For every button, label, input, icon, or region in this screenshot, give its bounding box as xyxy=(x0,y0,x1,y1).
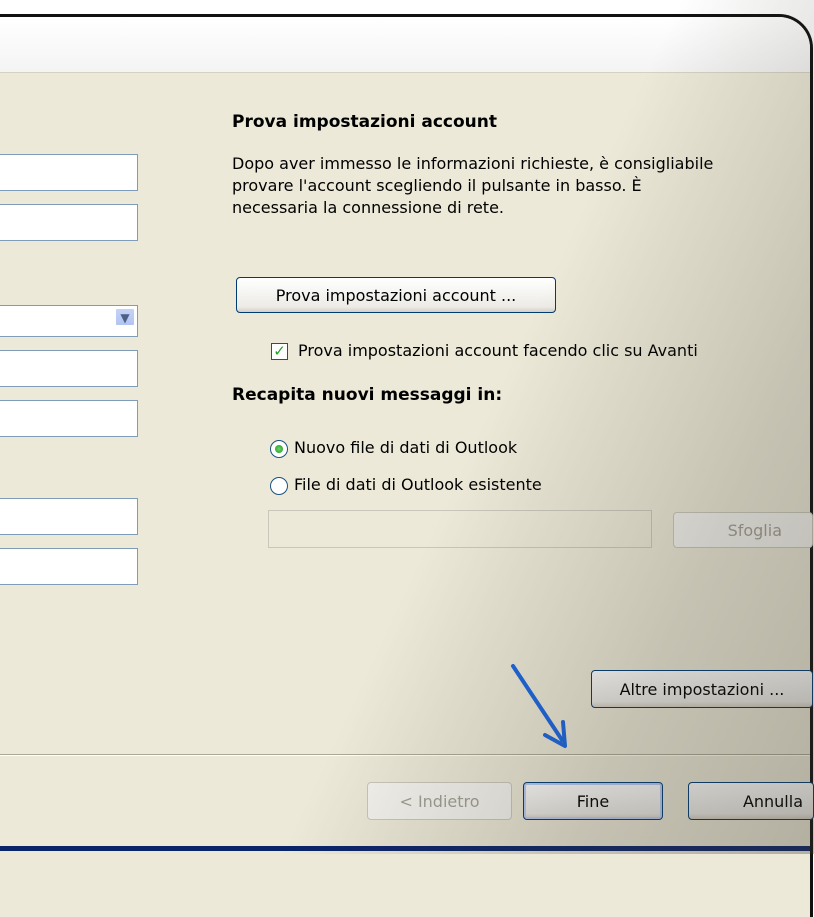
browse-button[interactable]: Sfoglia xyxy=(673,512,813,548)
new-data-file-label: Nuovo file di dati di Outlook xyxy=(294,438,518,457)
left-input-5[interactable] xyxy=(0,498,138,535)
arrow-icon xyxy=(511,664,567,748)
left-input-6[interactable] xyxy=(0,548,138,585)
dialog-button-area xyxy=(0,754,810,917)
radio-selected-dot xyxy=(275,445,283,453)
existing-data-file-label: File di dati di Outlook esistente xyxy=(294,475,542,494)
test-account-settings-button[interactable]: Prova impostazioni account ... xyxy=(236,277,556,313)
cancel-button[interactable]: Annulla xyxy=(688,782,814,820)
existing-data-file-radio[interactable] xyxy=(270,477,288,495)
test-settings-description: Dopo aver immesso le informazioni richie… xyxy=(232,153,814,219)
dialog-title-bar xyxy=(0,17,810,73)
left-input-3[interactable] xyxy=(0,350,138,387)
deliver-messages-title: Recapita nuovi messaggi in: xyxy=(232,385,503,405)
description-line: necessaria la connessione di rete. xyxy=(232,198,504,217)
test-on-next-checkbox[interactable]: ✓ xyxy=(271,343,288,360)
window-bottom-border xyxy=(0,846,810,851)
left-combo[interactable]: ▼ xyxy=(0,305,138,337)
existing-file-path-input xyxy=(268,510,652,548)
finish-button[interactable]: Fine xyxy=(523,782,663,820)
more-settings-button[interactable]: Altre impostazioni ... xyxy=(591,670,813,708)
left-input-4[interactable] xyxy=(0,400,138,437)
description-line: provare l'account scegliendo il pulsante… xyxy=(232,176,642,195)
test-settings-title: Prova impostazioni account xyxy=(232,112,497,132)
new-data-file-radio[interactable] xyxy=(270,440,288,458)
left-input-2[interactable] xyxy=(0,204,138,241)
left-input-1[interactable] xyxy=(0,154,138,191)
test-on-next-label: Prova impostazioni account facendo clic … xyxy=(298,341,698,360)
description-line: Dopo aver immesso le informazioni richie… xyxy=(232,154,714,173)
chevron-down-icon[interactable]: ▼ xyxy=(115,308,135,326)
back-button[interactable]: < Indietro xyxy=(367,782,512,820)
